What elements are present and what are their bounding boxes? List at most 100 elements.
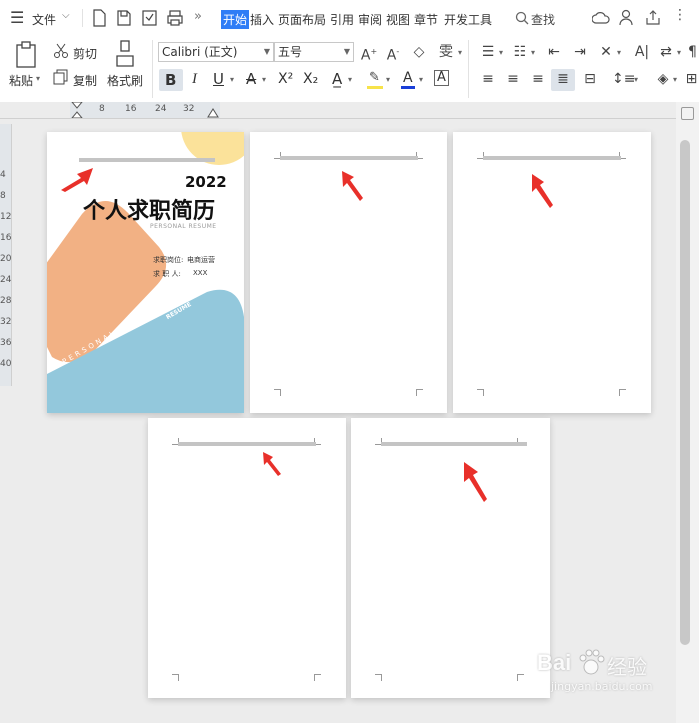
font-color-swatch bbox=[401, 86, 415, 89]
format-painter-icon[interactable] bbox=[115, 40, 135, 68]
tab-home[interactable]: 开始 bbox=[221, 10, 250, 29]
tab-review[interactable]: 审阅 bbox=[358, 11, 382, 28]
copy-icon[interactable] bbox=[53, 69, 69, 85]
search-label[interactable]: 查找 bbox=[531, 11, 555, 28]
align-left-icon[interactable]: ≡ bbox=[478, 71, 498, 87]
bold-button[interactable]: B bbox=[159, 69, 183, 91]
scissors-icon[interactable] bbox=[53, 43, 69, 59]
underline-button[interactable]: U bbox=[213, 70, 224, 88]
numbered-dropdown-icon[interactable]: ▾ bbox=[531, 48, 535, 57]
document-canvas[interactable]: 8 16 24 32 4 8 12 16 20 24 28 32 36 40 2… bbox=[0, 102, 699, 723]
show-marks-icon[interactable]: ¶ bbox=[686, 44, 699, 60]
more-quick-access-icon[interactable]: » bbox=[194, 9, 202, 24]
align-right-icon[interactable]: ≡ bbox=[528, 71, 548, 87]
header-line[interactable] bbox=[79, 158, 215, 162]
header-line[interactable] bbox=[280, 156, 418, 160]
bullet-list-icon[interactable]: ☰ bbox=[478, 44, 498, 60]
print-icon[interactable] bbox=[166, 9, 184, 27]
cut-button[interactable]: 剪切 bbox=[73, 45, 97, 62]
borders-icon[interactable]: ⊞ bbox=[684, 71, 699, 87]
first-line-indent-marker-icon[interactable] bbox=[70, 102, 86, 118]
hamburger-menu-icon[interactable]: ☰ bbox=[10, 8, 24, 27]
file-menu[interactable]: 文件 bbox=[32, 11, 56, 28]
collaborate-user-icon[interactable] bbox=[619, 9, 635, 26]
file-menu-chevron-icon[interactable]: ⌵ bbox=[62, 10, 70, 21]
increase-font-size-icon[interactable]: A+ bbox=[360, 44, 378, 64]
font-size-select[interactable]: 五号 ▼ bbox=[274, 42, 354, 62]
page-4[interactable] bbox=[148, 418, 346, 698]
page-3[interactable] bbox=[453, 132, 651, 413]
copy-button[interactable]: 复制 bbox=[73, 72, 97, 89]
tab-references[interactable]: 引用 bbox=[330, 11, 354, 28]
increase-indent-icon[interactable]: ⇥ bbox=[570, 44, 590, 60]
align-center-icon[interactable]: ≡ bbox=[503, 71, 523, 87]
highlight-color-button[interactable]: ✎ bbox=[366, 70, 384, 90]
margin-corner-mark bbox=[619, 389, 626, 396]
line-spacing-icon[interactable]: ↕≡ bbox=[612, 71, 635, 87]
paste-dropdown-icon[interactable]: ▾ bbox=[36, 74, 40, 83]
ruler-tick: 20 bbox=[0, 254, 12, 264]
character-border-icon[interactable]: A bbox=[434, 70, 449, 86]
chinese-layout-dropdown-icon[interactable]: ▾ bbox=[617, 48, 621, 57]
page-5[interactable] bbox=[351, 418, 550, 698]
shading-dropdown-icon[interactable]: ▾ bbox=[673, 75, 677, 84]
tab-page-layout[interactable]: 页面布局 bbox=[278, 11, 326, 28]
decrease-font-size-icon[interactable]: A- bbox=[384, 44, 402, 64]
vertical-scrollbar[interactable] bbox=[676, 102, 699, 723]
page-2[interactable] bbox=[250, 132, 447, 413]
chinese-layout-icon[interactable]: ✕ bbox=[596, 44, 616, 60]
subscript-button[interactable]: X₂ bbox=[303, 71, 318, 87]
bullet-dropdown-icon[interactable]: ▾ bbox=[499, 48, 503, 57]
highlight-dropdown-icon[interactable]: ▾ bbox=[386, 75, 390, 84]
font-color-dropdown-icon[interactable]: ▾ bbox=[419, 75, 423, 84]
phonetic-guide-icon[interactable]: 雯 bbox=[435, 44, 457, 60]
open-folder-icon[interactable] bbox=[116, 9, 132, 27]
tab-developer[interactable]: 开发工具 bbox=[444, 11, 492, 28]
line-spacing-dropdown-icon[interactable]: ▾ bbox=[634, 75, 638, 84]
horizontal-ruler[interactable]: 8 16 24 32 bbox=[70, 102, 220, 118]
sort-icon[interactable]: ⇄ bbox=[656, 44, 676, 60]
header-line[interactable] bbox=[178, 442, 316, 446]
scrollbar-thumb[interactable] bbox=[680, 140, 690, 645]
header-line[interactable] bbox=[483, 156, 621, 160]
shading-icon[interactable]: ◈ bbox=[654, 71, 672, 87]
text-effect-icon[interactable]: A̲ bbox=[332, 70, 342, 88]
save-icon[interactable] bbox=[141, 9, 158, 27]
underline-dropdown-icon[interactable]: ▾ bbox=[230, 75, 234, 84]
tab-view[interactable]: 视图 bbox=[386, 11, 410, 28]
strikethrough-dropdown-icon[interactable]: ▾ bbox=[262, 75, 266, 84]
tab-insert[interactable]: 插入 bbox=[250, 11, 274, 28]
vertical-ruler[interactable]: 4 8 12 16 20 24 28 32 36 40 bbox=[0, 124, 12, 386]
share-icon[interactable] bbox=[645, 9, 661, 26]
split-view-icon[interactable] bbox=[681, 107, 694, 120]
justify-button[interactable]: ≣ bbox=[551, 69, 575, 91]
italic-button[interactable]: I bbox=[192, 71, 197, 88]
numbered-list-icon[interactable]: ☷ bbox=[510, 44, 530, 60]
font-name-select[interactable]: Calibri (正文) ▼ bbox=[158, 42, 274, 62]
text-effect-dropdown-icon[interactable]: ▾ bbox=[348, 75, 352, 84]
red-arrow-icon bbox=[61, 168, 93, 192]
page-1-cover[interactable]: 2022 个人求职简历 PERSONAL RESUME 求职岗位: 电商运营 求… bbox=[47, 132, 244, 413]
format-painter-button[interactable]: 格式刷 bbox=[107, 72, 143, 89]
margin-corner-mark bbox=[172, 674, 179, 681]
search-icon[interactable] bbox=[515, 11, 529, 25]
strikethrough-button[interactable]: A bbox=[246, 70, 256, 88]
red-arrow-icon bbox=[464, 462, 487, 502]
cloud-sync-icon[interactable] bbox=[592, 10, 610, 26]
watermark-url: jingyan.baidu.com bbox=[551, 680, 653, 693]
paste-button[interactable]: 粘贴 bbox=[9, 72, 33, 89]
right-indent-marker-icon[interactable] bbox=[207, 108, 219, 118]
distributed-align-icon[interactable]: ⊟ bbox=[580, 71, 600, 87]
text-direction-icon[interactable]: A| bbox=[632, 44, 652, 60]
new-document-icon[interactable] bbox=[92, 9, 106, 27]
phonetic-dropdown-icon[interactable]: ▾ bbox=[458, 48, 462, 57]
paste-icon[interactable] bbox=[14, 41, 40, 69]
header-line[interactable] bbox=[381, 442, 527, 446]
tab-chapter[interactable]: 章节 bbox=[414, 11, 438, 28]
superscript-button[interactable]: X² bbox=[278, 71, 293, 87]
font-color-button[interactable]: A bbox=[400, 69, 416, 91]
more-options-icon[interactable]: ⋮ bbox=[673, 7, 687, 23]
sort-dropdown-icon[interactable]: ▾ bbox=[677, 48, 681, 57]
clear-formatting-icon[interactable]: ◇ bbox=[410, 44, 428, 60]
decrease-indent-icon[interactable]: ⇤ bbox=[544, 44, 564, 60]
